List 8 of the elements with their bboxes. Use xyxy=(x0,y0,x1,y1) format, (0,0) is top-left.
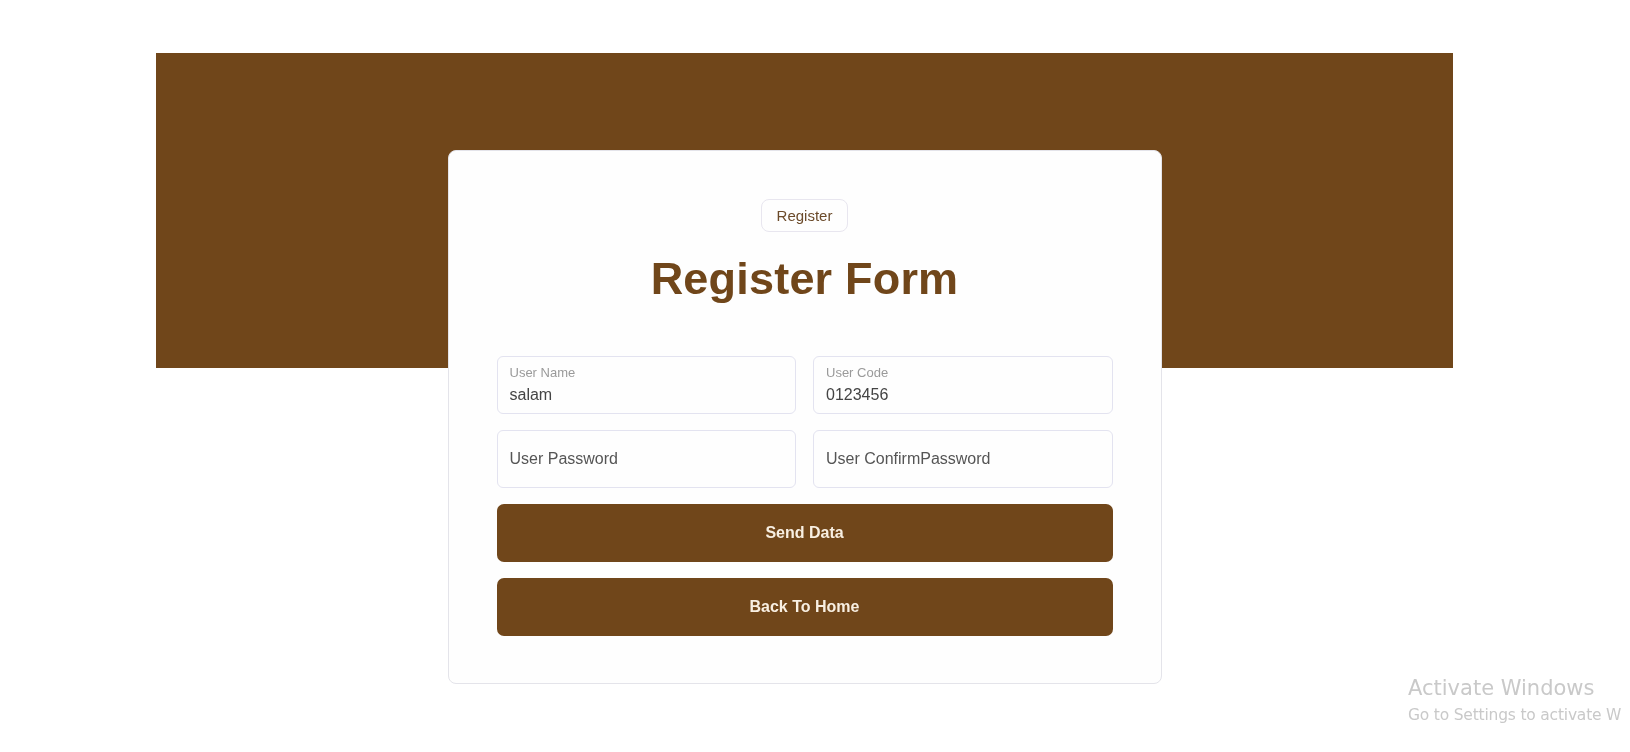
home-button[interactable]: Back To Home xyxy=(496,578,1113,636)
input-field[interactable]: User Password xyxy=(496,430,796,488)
form-tag: Register xyxy=(760,199,849,232)
field-label: User Name xyxy=(509,365,576,380)
field-label: User Code xyxy=(826,365,889,380)
submit-button[interactable]: Send Data xyxy=(496,504,1113,562)
form-title: Register Form xyxy=(650,252,959,306)
input-field[interactable]: User ConfirmPassword xyxy=(813,430,1113,488)
